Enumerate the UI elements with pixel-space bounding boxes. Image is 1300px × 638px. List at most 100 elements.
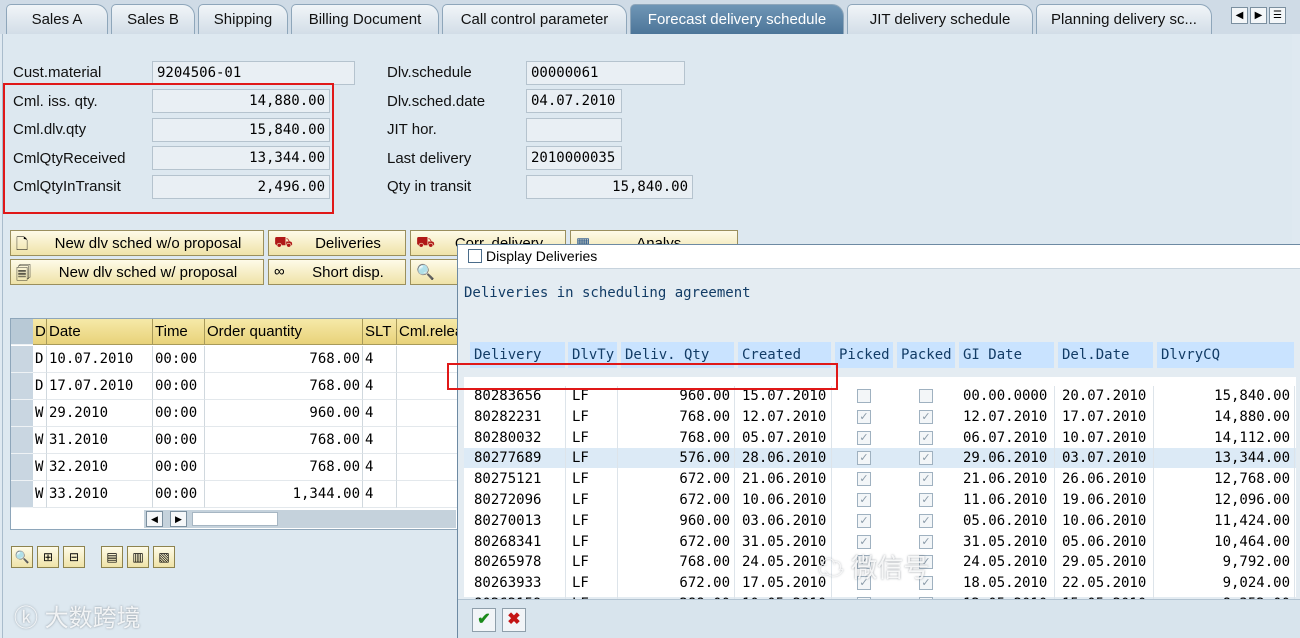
dlv-schedule-field[interactable]: 00000061 <box>526 61 685 85</box>
delivery-cell: LF <box>568 469 618 491</box>
cust-material-field[interactable]: 9204506-01 <box>152 61 355 85</box>
schedule-cell[interactable]: 960.00 <box>205 400 363 427</box>
jit-hor-label: JIT hor. <box>387 121 437 138</box>
select-all-icon[interactable]: ▤ <box>101 546 123 568</box>
packed-checkbox <box>919 389 933 403</box>
schedule-cell[interactable]: 4 <box>363 373 397 400</box>
schedule-cell[interactable] <box>397 481 459 508</box>
cancel-icon[interactable]: ✖ <box>502 608 526 632</box>
schedule-cell[interactable]: 768.00 <box>205 427 363 454</box>
schedule-cell[interactable]: 1,344.00 <box>205 481 363 508</box>
row-selector[interactable] <box>11 481 33 508</box>
jit-hor-field[interactable] <box>526 118 622 142</box>
schedule-cell[interactable]: 31.2010 <box>47 427 153 454</box>
delivery-col-header[interactable]: Picked <box>835 342 894 368</box>
row-selector[interactable] <box>11 400 33 427</box>
check-icon[interactable]: ✔ <box>472 608 496 632</box>
tab-planning-delivery-schedule[interactable]: Planning delivery sc... <box>1036 4 1212 34</box>
delivery-number[interactable]: 80282231 <box>470 406 566 428</box>
delivery-number[interactable]: 80268341 <box>470 531 566 553</box>
schedule-cell[interactable]: 768.00 <box>205 346 363 373</box>
schedule-cell[interactable] <box>397 400 459 427</box>
tab-list-icon[interactable]: ☰ <box>1269 7 1286 24</box>
tab-scroll-left-icon[interactable]: ◀ <box>1231 7 1248 24</box>
row-selector[interactable] <box>11 346 33 373</box>
row-selector[interactable] <box>11 454 33 481</box>
scroll-right-icon[interactable]: ▶ <box>170 511 187 527</box>
tab-billing-document[interactable]: Billing Document <box>291 4 439 34</box>
short-disp-button[interactable]: ∞ Short disp. <box>268 259 406 285</box>
schedule-col-header[interactable]: D <box>33 319 47 345</box>
schedule-cell[interactable]: 17.07.2010 <box>47 373 153 400</box>
schedule-cell[interactable]: 00:00 <box>153 346 205 373</box>
delivery-col-header[interactable]: DlvryCQ <box>1157 342 1295 368</box>
schedule-col-header[interactable]: Cml.releas <box>397 319 459 345</box>
schedule-col-header[interactable]: SLT <box>363 319 397 345</box>
delivery-col-header[interactable]: Packed <box>897 342 956 368</box>
schedule-cell[interactable]: 4 <box>363 346 397 373</box>
row-selector[interactable] <box>11 373 33 400</box>
new-dlv-sched-wo-proposal-button[interactable]: 🗋 New dlv sched w/o proposal <box>10 230 264 256</box>
cust-material-label: Cust.material <box>13 64 102 81</box>
tab-jit-delivery-schedule[interactable]: JIT delivery schedule <box>847 4 1033 34</box>
delivery-number[interactable]: 80275121 <box>470 469 566 491</box>
row-selector[interactable] <box>11 427 33 454</box>
schedule-col-header[interactable]: Time <box>153 319 205 345</box>
picked-checkbox <box>857 389 871 403</box>
tab-shipping[interactable]: Shipping <box>198 4 288 34</box>
schedule-cell[interactable]: 00:00 <box>153 427 205 454</box>
delivery-col-header[interactable]: Del.Date <box>1058 342 1154 368</box>
deliveries-button[interactable]: ⛟ Deliveries <box>268 230 406 256</box>
tab-sales-a[interactable]: Sales A <box>6 4 108 34</box>
delivery-cell: LF <box>568 531 618 553</box>
delivery-cell: 12,768.00 <box>1157 469 1295 491</box>
scroll-left-icon[interactable]: ◀ <box>146 511 163 527</box>
schedule-cell[interactable]: 00:00 <box>153 400 205 427</box>
delivery-number[interactable]: 80263933 <box>470 573 566 595</box>
zoom-button[interactable]: 🔍 <box>410 259 458 285</box>
tab-forecast-delivery-schedule[interactable]: Forecast delivery schedule <box>630 4 844 34</box>
tab-call-control-parameter[interactable]: Call control parameter <box>442 4 627 34</box>
schedule-cell[interactable] <box>397 454 459 481</box>
qty-in-transit-field[interactable]: 15,840.00 <box>526 175 693 199</box>
delivery-number[interactable]: 80270013 <box>470 510 566 532</box>
schedule-cell[interactable]: 768.00 <box>205 373 363 400</box>
schedule-cell[interactable]: 00:00 <box>153 454 205 481</box>
schedule-cell[interactable]: 00:00 <box>153 481 205 508</box>
schedule-cell[interactable]: 768.00 <box>205 454 363 481</box>
schedule-cell[interactable]: 33.2010 <box>47 481 153 508</box>
schedule-cell[interactable]: 29.2010 <box>47 400 153 427</box>
schedule-cell[interactable]: 32.2010 <box>47 454 153 481</box>
tab-sales-b[interactable]: Sales B <box>111 4 195 34</box>
delivery-number[interactable]: 80265978 <box>470 552 566 574</box>
delivery-number[interactable]: 80277689 <box>470 448 566 470</box>
dlv-sched-date-field[interactable]: 04.07.2010 <box>526 89 622 113</box>
select-block-icon[interactable]: ▥ <box>127 546 149 568</box>
picked-checkbox: ✓ <box>857 493 871 507</box>
insert-row-icon[interactable]: ⊞ <box>37 546 59 568</box>
packed-checkbox: ✓ <box>919 409 933 424</box>
schedule-cell[interactable]: 10.07.2010 <box>47 346 153 373</box>
last-delivery-field[interactable]: 2010000035 <box>526 146 622 170</box>
schedule-cell[interactable] <box>397 427 459 454</box>
schedule-cell[interactable]: 4 <box>363 454 397 481</box>
delivery-col-header[interactable]: GI Date <box>959 342 1055 368</box>
schedule-horizontal-scrollbar[interactable]: ◀ ▶ <box>144 510 456 528</box>
delivery-number[interactable]: 80280032 <box>470 427 566 449</box>
delivery-number[interactable]: 80272096 <box>470 490 566 511</box>
details-icon[interactable]: 🔍 <box>11 546 33 568</box>
schedule-col-header[interactable]: Date <box>47 319 153 345</box>
new-dlv-sched-w-proposal-button[interactable]: 🗐 New dlv sched w/ proposal <box>10 259 264 285</box>
schedule-col-header[interactable]: Order quantity <box>205 319 363 345</box>
schedule-cell[interactable]: 4 <box>363 400 397 427</box>
delete-row-icon[interactable]: ⊟ <box>63 546 85 568</box>
delivery-cell: 29.05.2010 <box>1058 552 1154 574</box>
schedule-cell[interactable]: 00:00 <box>153 373 205 400</box>
schedule-cell[interactable]: 4 <box>363 481 397 508</box>
delivery-cell: 17.07.2010 <box>1058 406 1154 428</box>
deselect-all-icon[interactable]: ▧ <box>153 546 175 568</box>
schedule-cell[interactable]: 4 <box>363 427 397 454</box>
select-all-corner[interactable] <box>11 319 33 345</box>
tab-scroll-right-icon[interactable]: ▶ <box>1250 7 1267 24</box>
scroll-thumb[interactable] <box>192 512 278 526</box>
